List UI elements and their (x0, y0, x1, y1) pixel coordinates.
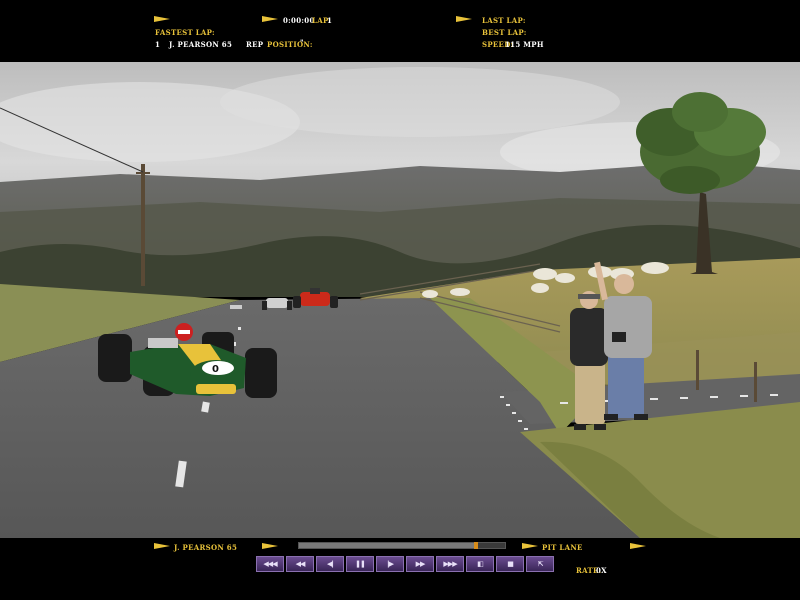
position-label: Position: (267, 40, 313, 49)
last-lap-label: Last Lap: (482, 16, 526, 25)
race-scene: 0 (0, 62, 800, 538)
fastest-lap-label: Fastest Lap: (155, 28, 215, 37)
race-time: 0:00:00 (283, 16, 315, 25)
pit-lane-label: Pit Lane (542, 543, 583, 552)
rate-value: 0x (596, 566, 607, 575)
game-screen: 0:00:00 Lap: 1 Fastest Lap: 1 J. Pearson… (0, 0, 800, 600)
replay-progress-bar[interactable] (298, 542, 506, 549)
record-button[interactable]: ■ (496, 556, 524, 572)
pennant-icon[interactable] (630, 543, 646, 549)
pennant-icon[interactable] (522, 543, 538, 549)
replay-progress-knob[interactable] (474, 542, 479, 549)
replay-controls: ◀◀◀ ◀◀ ◀| ❚❚ |▶ ▶▶ ▶▶▶ ◧ ■ ⇱ (256, 556, 554, 572)
best-lap-label: Best Lap: (482, 28, 527, 37)
fastest-driver: J. Pearson 65 (169, 40, 233, 49)
fastest-position: 1 (155, 40, 161, 49)
bottom-hud: J. Pearson 65 Pit Lane ◀◀◀ ◀◀ ◀| ❚❚ |▶ ▶▶ ▶▶▶ ◧… (0, 538, 800, 600)
fast-rewind-button[interactable]: ◀◀ (286, 556, 314, 572)
car-number: 0 (212, 364, 219, 375)
position-value: " (300, 38, 304, 47)
pause-button[interactable]: ❚❚ (346, 556, 374, 572)
driver-name: J. Pearson 65 (174, 543, 238, 552)
pennant-icon[interactable] (262, 543, 278, 549)
top-hud: 0:00:00 Lap: 1 Fastest Lap: 1 J. Pearson… (0, 0, 800, 62)
pennant-icon (456, 16, 472, 22)
pennant-icon (154, 16, 170, 22)
step-back-button[interactable]: ◀| (316, 556, 344, 572)
pennant-icon (262, 16, 278, 22)
exit-button[interactable]: ⇱ (526, 556, 554, 572)
camera-button[interactable]: ◧ (466, 556, 494, 572)
telegraph-pole (141, 164, 145, 286)
jump-start-button[interactable]: ◀◀◀ (256, 556, 284, 572)
spectator-man (570, 291, 608, 430)
lap-value: 1 (327, 16, 333, 25)
play-button[interactable]: ▶▶ (406, 556, 434, 572)
pennant-icon (154, 543, 170, 549)
replay-mode: REP (246, 40, 264, 49)
speed-value: 115 mph (505, 40, 544, 49)
fast-forward-button[interactable]: ▶▶▶ (436, 556, 464, 572)
step-forward-button[interactable]: |▶ (376, 556, 404, 572)
replay-progress-fill (299, 543, 477, 548)
